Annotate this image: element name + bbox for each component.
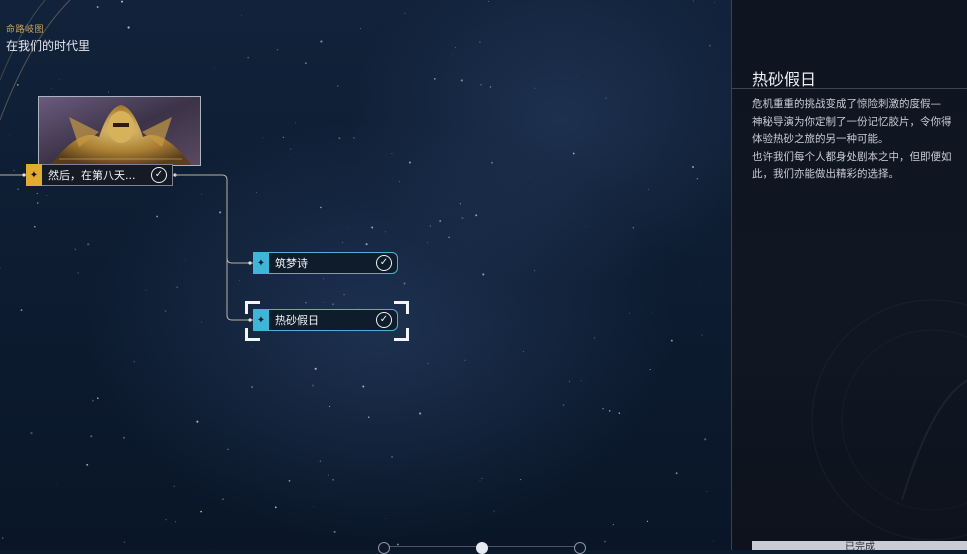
- scroll-thumb[interactable]: [476, 542, 488, 554]
- detail-panel: 热砂假日 危机重重的挑战变成了惊险刺激的度假— 神秘导演为你定制了一份记忆胶片，…: [731, 0, 967, 550]
- branch-connectors: [0, 173, 253, 322]
- scroll-right-dot[interactable]: [574, 542, 586, 554]
- selection-bracket: [394, 328, 409, 341]
- chapter-thumbnail[interactable]: [38, 96, 201, 166]
- panel-title: 热砂假日: [752, 70, 817, 89]
- description-line: 也许我们每个人都身处剧本之中，但即便如: [752, 150, 952, 163]
- golden-mask-portrait: [39, 97, 200, 165]
- selection-bracket: [394, 301, 409, 314]
- completed-check-icon: ✓: [376, 255, 392, 271]
- story-node-hot-sand-holiday[interactable]: ✦ 热砂假日 ✓: [253, 309, 398, 331]
- star-compass-icon: ✦: [253, 252, 269, 274]
- description-line: 神秘导演为你定制了一份记忆胶片，令你得: [752, 115, 952, 128]
- description-line: 此，我们亦能做出精彩的选择。: [752, 168, 899, 180]
- selection-bracket: [245, 328, 260, 341]
- completed-check-icon: ✓: [151, 167, 167, 183]
- completed-check-icon: ✓: [376, 312, 392, 328]
- completed-status-button[interactable]: 已完成: [752, 541, 967, 550]
- story-node-dream-poem[interactable]: ✦ 筑梦诗 ✓: [253, 252, 398, 274]
- description-line: 体验热砂之旅的另一种可能。: [752, 133, 889, 145]
- description-line: 危机重重的挑战变成了惊险刺激的度假—: [752, 98, 941, 110]
- panel-divider: [732, 88, 967, 89]
- story-node-start[interactable]: ✦ 然后，在第八天... ✓: [26, 164, 173, 186]
- selection-bracket: [245, 301, 260, 314]
- panel-description: 危机重重的挑战变成了惊险刺激的度假— 神秘导演为你定制了一份记忆胶片，令你得 体…: [752, 96, 967, 184]
- star-compass-icon: ✦: [26, 164, 42, 186]
- map-scroll-indicator[interactable]: [378, 540, 590, 554]
- scroll-left-dot[interactable]: [378, 542, 390, 554]
